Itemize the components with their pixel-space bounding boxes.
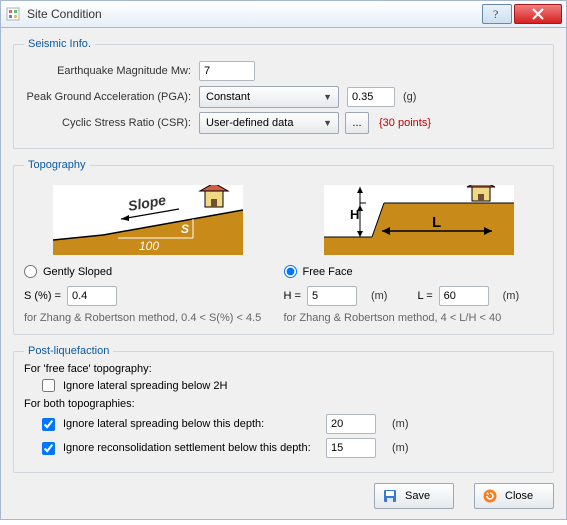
topography-group: Topography Slope 100 S <box>13 159 554 335</box>
csr-mode-value: User-defined data <box>206 117 293 129</box>
gently-sloped-label: Gently Sloped <box>43 266 112 278</box>
ignore-lateral-checkbox[interactable] <box>42 418 55 431</box>
close-label: Close <box>505 490 533 502</box>
chevron-down-icon: ▼ <box>323 118 332 128</box>
svg-text:100: 100 <box>139 239 159 253</box>
pga-unit: (g) <box>403 91 416 103</box>
dialog-content: Seismic Info. Earthquake Magnitude Mw: P… <box>0 28 567 520</box>
ignore-lateral-input[interactable] <box>326 414 376 434</box>
close-icon <box>483 489 497 503</box>
ignore-2h-checkbox[interactable] <box>42 379 55 392</box>
svg-text:?: ? <box>493 8 498 20</box>
svg-text:S: S <box>181 222 189 236</box>
slope-figure: Slope 100 S <box>51 183 245 257</box>
freeface-hint: for Zhang & Robertson method, 4 < L/H < … <box>284 312 544 324</box>
mw-label: Earthquake Magnitude Mw: <box>24 65 199 77</box>
pga-label: Peak Ground Acceleration (PGA): <box>24 91 199 103</box>
app-icon <box>5 6 21 22</box>
ignore-reconsol-label: Ignore reconsolidation settlement below … <box>63 442 318 454</box>
free-face-label: Free Face <box>303 266 353 278</box>
window-title: Site Condition <box>27 7 482 21</box>
postliq-legend: Post-liquefaction <box>24 345 113 357</box>
ignore-reconsol-input[interactable] <box>326 438 376 458</box>
l-unit: (m) <box>503 290 520 302</box>
seismic-legend: Seismic Info. <box>24 38 95 50</box>
svg-text:L: L <box>432 214 441 231</box>
freeface-heading: For 'free face' topography: <box>24 363 543 375</box>
help-button[interactable]: ? <box>482 4 512 24</box>
close-button[interactable]: Close <box>474 483 554 509</box>
freeface-figure: H L <box>322 183 516 257</box>
ignore-lateral-label: Ignore lateral spreading below this dept… <box>63 418 318 430</box>
seismic-group: Seismic Info. Earthquake Magnitude Mw: P… <box>13 38 554 149</box>
csr-points: {30 points} <box>379 117 431 129</box>
dialog-buttons: Save Close <box>13 483 554 509</box>
pga-value-input[interactable] <box>347 87 395 107</box>
topography-legend: Topography <box>24 159 90 171</box>
l-label: L = <box>417 290 432 302</box>
free-face-radio[interactable] <box>284 265 297 278</box>
h-label: H = <box>284 290 301 302</box>
csr-mode-dropdown[interactable]: User-defined data ▼ <box>199 112 339 134</box>
reconsol-unit: (m) <box>392 442 409 454</box>
save-label: Save <box>405 490 430 502</box>
s-hint: for Zhang & Robertson method, 0.4 < S(%)… <box>24 312 284 324</box>
ignore-reconsol-checkbox[interactable] <box>42 442 55 455</box>
csr-more-button[interactable]: ... <box>345 112 369 134</box>
pga-mode-dropdown[interactable]: Constant ▼ <box>199 86 339 108</box>
csr-label: Cyclic Stress Ratio (CSR): <box>24 117 199 129</box>
close-window-button[interactable] <box>514 4 562 24</box>
chevron-down-icon: ▼ <box>323 92 332 102</box>
ignore-2h-label: Ignore lateral spreading below 2H <box>63 380 228 392</box>
mw-input[interactable] <box>199 61 255 81</box>
postliq-group: Post-liquefaction For 'free face' topogr… <box>13 345 554 473</box>
s-input[interactable] <box>67 286 117 306</box>
h-unit: (m) <box>371 290 388 302</box>
gently-sloped-radio[interactable] <box>24 265 37 278</box>
lateral-unit: (m) <box>392 418 409 430</box>
pga-mode-value: Constant <box>206 91 250 103</box>
both-heading: For both topographies: <box>24 398 543 410</box>
s-label: S (%) = <box>24 290 61 302</box>
save-icon <box>383 489 397 503</box>
titlebar: Site Condition ? <box>0 0 567 28</box>
save-button[interactable]: Save <box>374 483 454 509</box>
svg-text:H: H <box>350 207 359 222</box>
h-input[interactable] <box>307 286 357 306</box>
l-input[interactable] <box>439 286 489 306</box>
